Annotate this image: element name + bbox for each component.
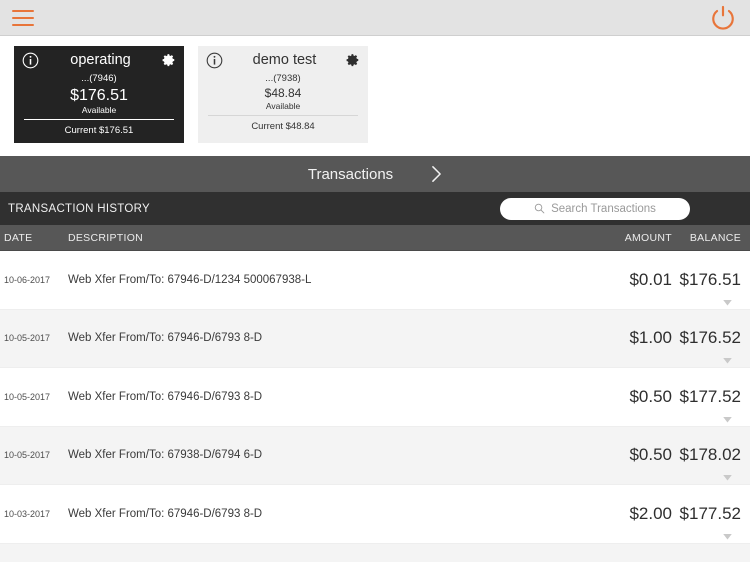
caret-down-icon[interactable] <box>723 299 732 306</box>
transactions-nav-label: Transactions <box>307 165 394 183</box>
caret-down-icon[interactable] <box>723 533 732 540</box>
search-icon <box>534 203 545 214</box>
table-row[interactable]: 10-06-2017 Web Xfer From/To: 67946-D/123… <box>0 251 750 310</box>
table-column-headers: DATE DESCRIPTION AMOUNT BALANCE <box>0 225 750 251</box>
account-current-balance: Current $176.51 <box>64 125 134 136</box>
transaction-amount: $0.50 <box>629 445 672 465</box>
transaction-date: 10-03-2017 <box>4 508 51 519</box>
transaction-date: 10-05-2017 <box>4 450 51 461</box>
hamburger-menu-icon[interactable] <box>12 9 34 26</box>
transaction-amount: $2.00 <box>629 503 672 523</box>
info-circle-icon[interactable] <box>22 52 39 69</box>
account-available-balance: $176.51 <box>70 87 128 104</box>
account-number: ...(7946) <box>81 73 117 84</box>
transaction-balance: $176.52 <box>679 328 741 348</box>
table-row[interactable]: 10-03-2017 Web Xfer From/To: 67946-D/679… <box>0 485 750 544</box>
account-name: demo test <box>252 52 317 68</box>
gear-icon[interactable] <box>346 53 360 67</box>
account-available-label: Available <box>265 101 301 111</box>
transaction-description: Web Xfer From/To: 67946-D/6793 8-D <box>68 507 263 520</box>
search-placeholder: Search Transactions <box>551 202 656 215</box>
column-header-description[interactable]: DESCRIPTION <box>68 232 590 244</box>
column-header-date[interactable]: DATE <box>0 232 68 244</box>
transaction-history-title: TRANSACTION HISTORY <box>8 202 151 215</box>
table-row[interactable]: 10-05-2017 Web Xfer From/To: 67938-D/679… <box>0 426 750 485</box>
column-header-amount[interactable]: AMOUNT <box>590 232 672 244</box>
transaction-description: Web Xfer From/To: 67946-D/6793 8-D <box>68 390 263 403</box>
account-card-header: demo test <box>206 52 360 72</box>
transaction-amount: $0.50 <box>629 386 672 406</box>
account-card-demo-test[interactable]: demo test ...(7938) $48.84 Available Cur… <box>198 46 368 143</box>
transaction-amount: $1.00 <box>629 328 672 348</box>
transaction-date: 10-05-2017 <box>4 391 51 402</box>
table-row-partial[interactable] <box>0 543 750 562</box>
transaction-date: 10-05-2017 <box>4 333 51 344</box>
table-row[interactable]: 10-05-2017 Web Xfer From/To: 67946-D/679… <box>0 368 750 427</box>
power-icon[interactable] <box>710 5 736 31</box>
transaction-balance: $177.52 <box>679 386 741 406</box>
transaction-balance: $176.51 <box>679 269 741 289</box>
hamburger-bar <box>12 9 34 12</box>
transaction-list: 10-06-2017 Web Xfer From/To: 67946-D/123… <box>0 251 750 562</box>
transaction-description: Web Xfer From/To: 67938-D/6794 6-D <box>68 449 263 462</box>
chevron-right-icon[interactable] <box>431 165 442 183</box>
search-input[interactable]: Search Transactions <box>500 197 690 220</box>
account-name: operating <box>70 52 131 68</box>
account-card-operating[interactable]: operating ...(7946) $176.51 Available Cu… <box>14 46 184 143</box>
info-circle-icon[interactable] <box>206 52 223 69</box>
transaction-balance: $178.02 <box>679 445 741 465</box>
gear-icon[interactable] <box>162 53 176 67</box>
app-bar <box>0 0 750 36</box>
account-card-header: operating <box>22 52 176 72</box>
transaction-description: Web Xfer From/To: 67946-D/6793 8-D <box>68 332 263 345</box>
transactions-nav-bar[interactable]: Transactions <box>0 156 750 192</box>
transaction-description: Web Xfer From/To: 67946-D/1234 500067938… <box>68 273 312 286</box>
account-available-label: Available <box>81 105 117 115</box>
table-row[interactable]: 10-05-2017 Web Xfer From/To: 67946-D/679… <box>0 309 750 368</box>
caret-down-icon[interactable] <box>723 475 732 481</box>
hamburger-bar <box>12 23 34 26</box>
transaction-balance: $177.52 <box>679 503 741 523</box>
transaction-date: 10-06-2017 <box>4 274 51 285</box>
accounts-strip: operating ...(7946) $176.51 Available Cu… <box>0 36 750 156</box>
account-current-balance: Current $48.84 <box>251 121 315 132</box>
caret-down-icon[interactable] <box>723 358 732 364</box>
account-number: ...(7938) <box>265 73 301 84</box>
transaction-amount: $0.01 <box>629 269 672 289</box>
transaction-history-header: TRANSACTION HISTORY Search Transactions <box>0 192 750 225</box>
account-available-balance: $48.84 <box>264 86 302 100</box>
hamburger-bar <box>12 16 34 19</box>
caret-down-icon[interactable] <box>723 416 732 423</box>
column-header-balance[interactable]: BALANCE <box>672 232 750 244</box>
